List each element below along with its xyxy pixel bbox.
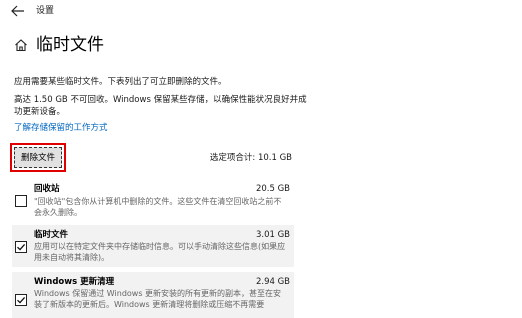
windows-update-cleanup-checkbox[interactable]: [15, 294, 27, 306]
checkmark-icon: [17, 296, 26, 304]
list-item-windows-update-cleanup[interactable]: Windows 更新清理 2.94 GB Windows 保留通过 Window…: [12, 272, 294, 318]
item-title: Windows 更新清理: [34, 277, 115, 287]
page-title: 临时文件: [36, 35, 104, 55]
temporary-files-checkbox[interactable]: [15, 241, 27, 253]
list-item-temporary-files[interactable]: 临时文件 3.01 GB 应用可以在特定文件夹中存储临时信息。可以手动清除这些信…: [12, 225, 294, 267]
list-item-recycle-bin[interactable]: 回收站 20.5 GB "回收站"包含你从计算机中删除的文件。这些文件在清空回收…: [12, 178, 294, 224]
checkmark-icon: [17, 243, 26, 251]
item-size: 3.01 GB: [255, 230, 290, 240]
item-title: 临时文件: [34, 230, 69, 240]
home-icon: [15, 39, 27, 52]
window-title: 设置: [36, 6, 55, 16]
selected-total: 选定项合计: 10.1 GB: [209, 153, 292, 163]
reserved-storage-text: 高达 1.50 GB 不可回收。Windows 保留某些存储，以确保性能状况良好…: [14, 95, 307, 117]
item-description: Windows 保留通过 Windows 更新安装的所有更新的副本，甚至在安装了…: [34, 289, 282, 309]
item-description: 应用可以在特定文件夹中存储临时信息。可以手动清除这些信息(如果应用未自动将其清除…: [34, 242, 286, 262]
delete-files-button[interactable]: 删除文件: [10, 143, 66, 172]
back-arrow-icon[interactable]: [10, 4, 26, 18]
recycle-bin-checkbox[interactable]: [15, 195, 27, 207]
item-description: "回收站"包含你从计算机中删除的文件。这些文件在清空回收站之前不会永久删除。: [34, 197, 282, 217]
item-title: 回收站: [34, 184, 60, 194]
reserved-storage-link[interactable]: 了解存储保留的工作方式: [14, 122, 108, 134]
item-size: 20.5 GB: [255, 184, 290, 194]
intro-text: 应用需要某些临时文件。下表列出了可立即删除的文件。: [14, 77, 227, 87]
item-size: 2.94 GB: [255, 277, 290, 287]
